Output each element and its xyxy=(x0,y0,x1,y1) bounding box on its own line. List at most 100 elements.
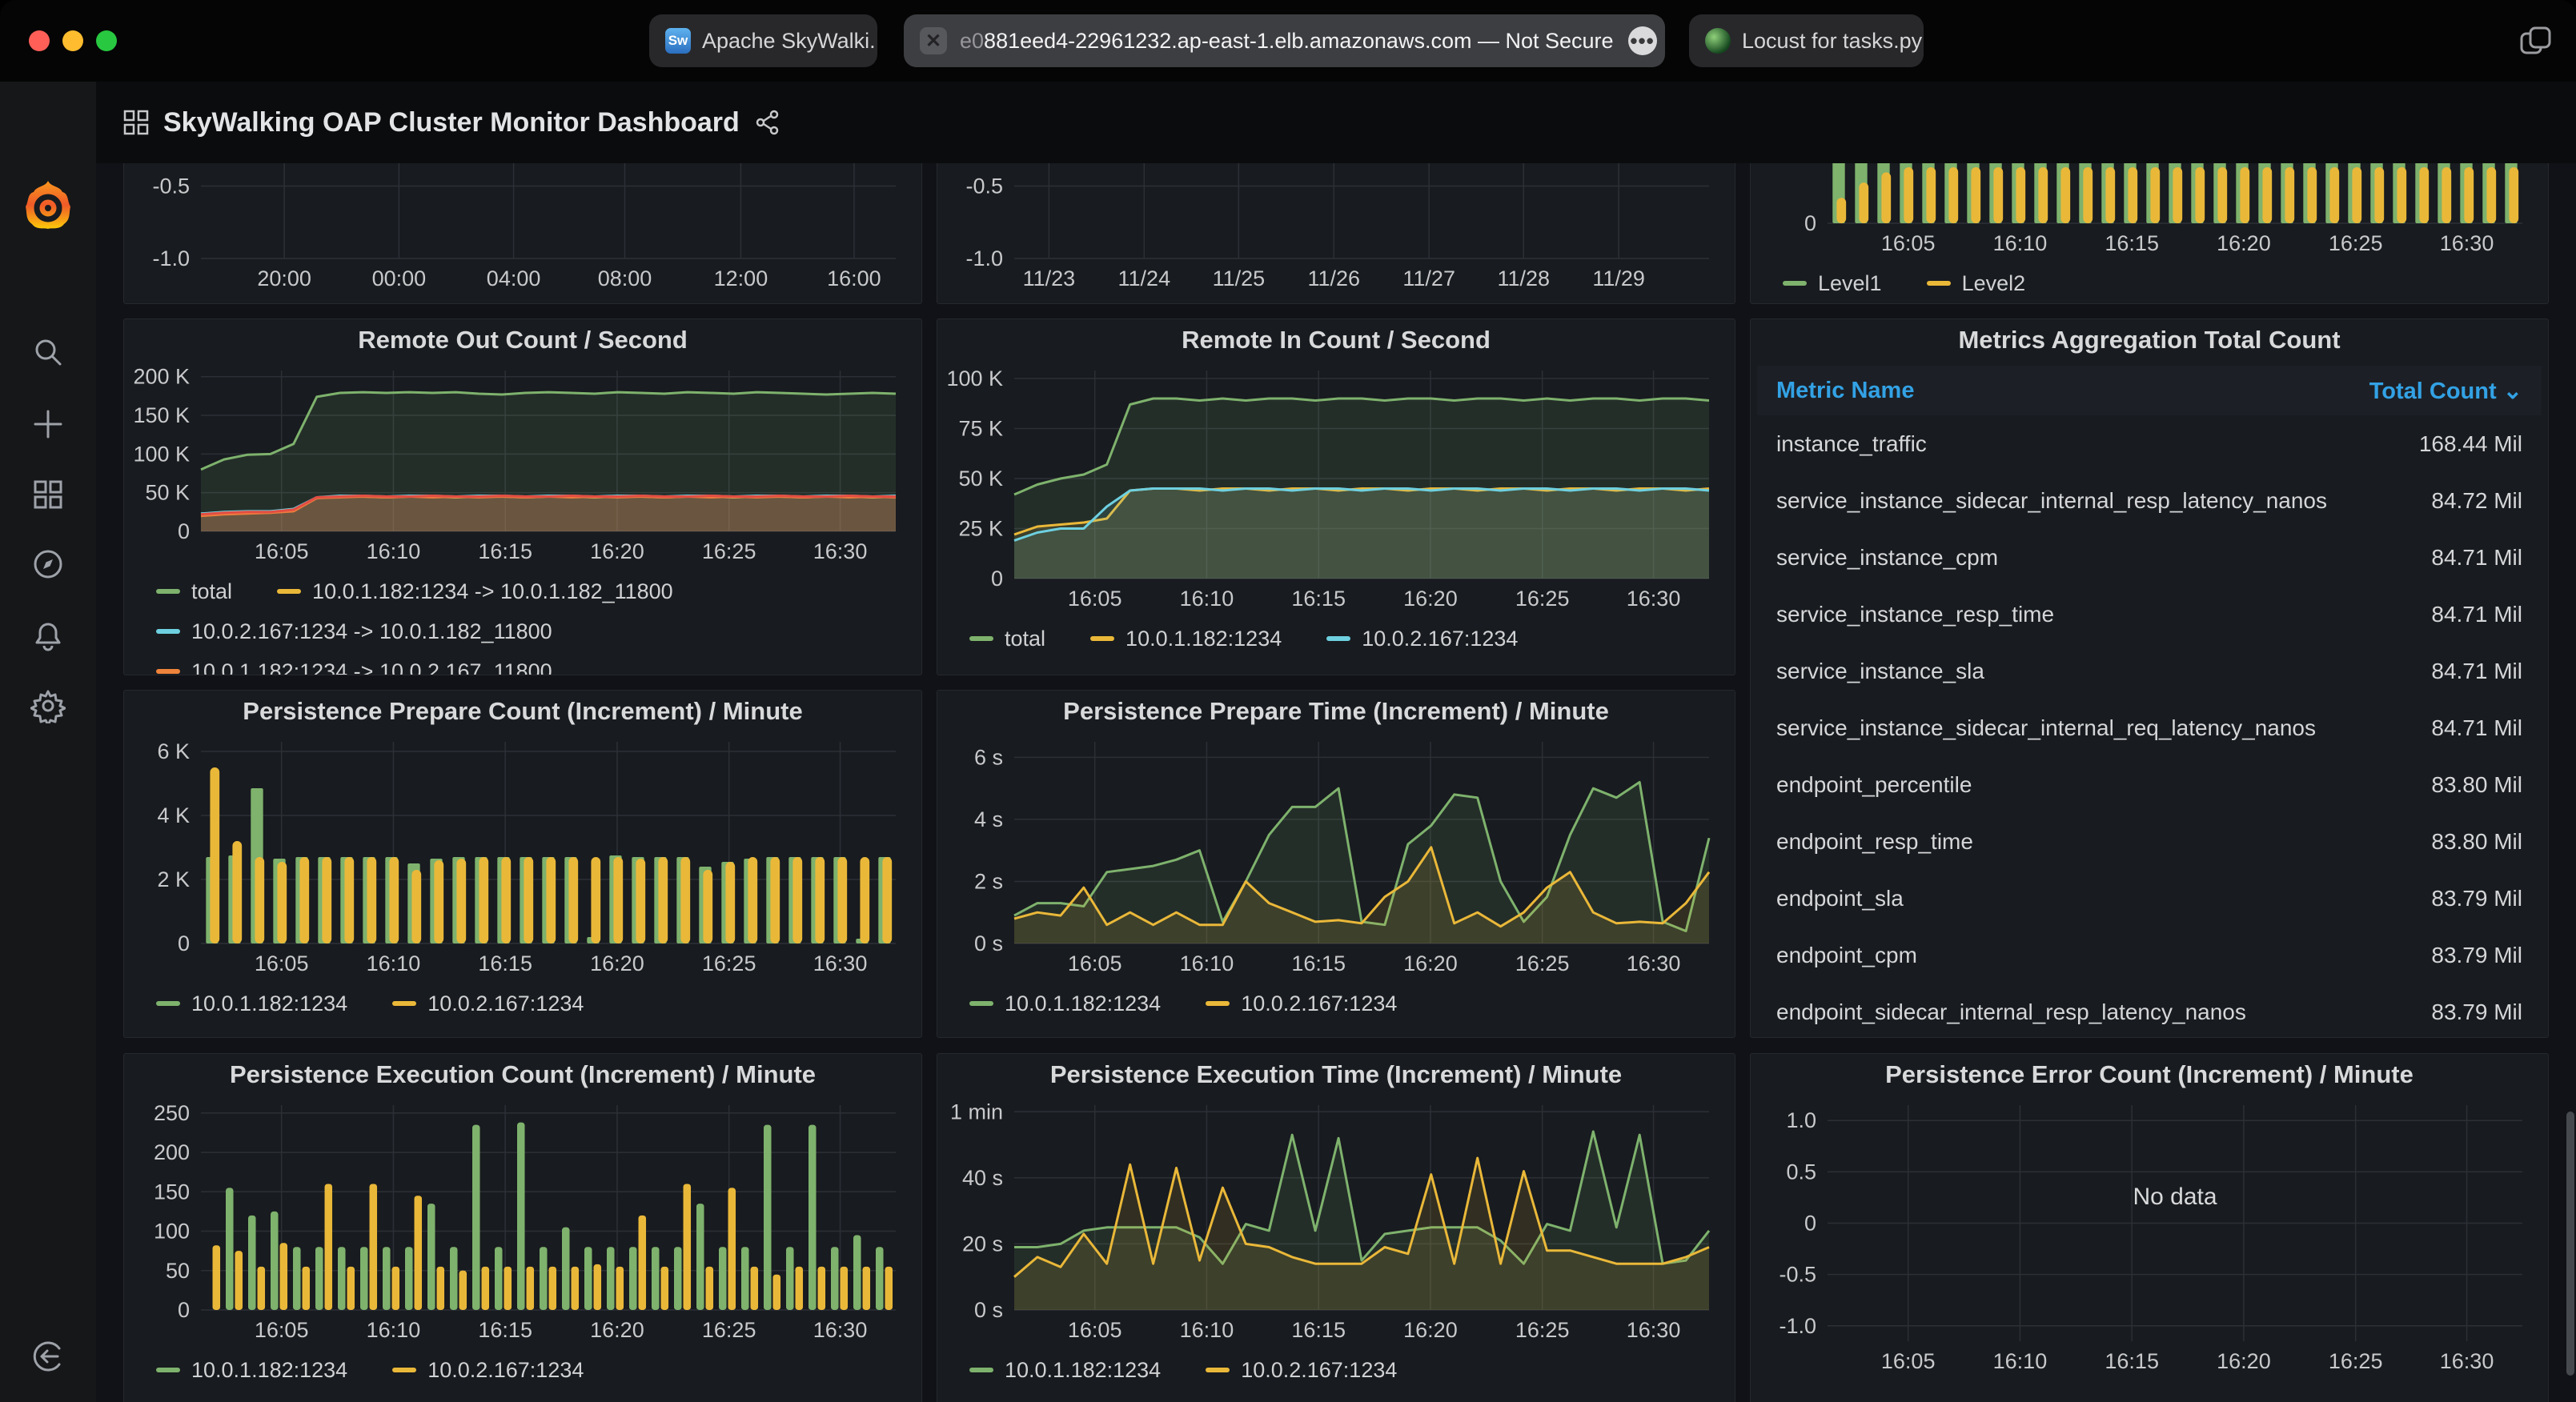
svg-text:0: 0 xyxy=(1804,211,1816,235)
tab-elb-dashboard[interactable]: ✕ e0881eed4-22961232.ap-east-1.elb.amazo… xyxy=(904,14,1665,67)
svg-text:16:10: 16:10 xyxy=(367,1318,421,1342)
legend-item[interactable]: 10.0.2.167:1234 xyxy=(1326,623,1518,655)
column-header-total-count-sort[interactable]: Total Count ⌄ xyxy=(2369,377,2522,405)
panel-title[interactable]: Persistence Error Count (Increment) / Mi… xyxy=(1751,1054,2548,1096)
chart-remote-out[interactable]: 16:0516:1016:1516:2016:2516:30050 K100 K… xyxy=(129,361,913,572)
legend-item[interactable]: 10.0.1.182:1234 -> 10.0.1.182_11800 xyxy=(277,575,673,607)
svg-text:150 K: 150 K xyxy=(133,403,190,427)
panel-remote-in: Remote In Count / Second16:0516:1016:151… xyxy=(937,318,1735,675)
svg-text:16:30: 16:30 xyxy=(2440,231,2494,255)
panel-title[interactable]: Remote Out Count / Second xyxy=(124,319,921,361)
legend-label: 10.0.2.167:1234 xyxy=(427,991,584,1016)
svg-text:20 s: 20 s xyxy=(962,1232,1003,1256)
page-title[interactable]: SkyWalking OAP Cluster Monitor Dashboard xyxy=(163,107,740,138)
panel-top-mid-partial: 11/2311/2411/2511/2611/2711/2811/29-0.5-… xyxy=(937,163,1735,304)
svg-text:0: 0 xyxy=(178,931,190,955)
legend-item[interactable]: 10.0.2.167:1234 xyxy=(1206,987,1397,1019)
legend-item[interactable]: 10.0.1.182:1234 xyxy=(969,987,1161,1019)
explore-compass-icon[interactable] xyxy=(30,547,66,582)
legend-item[interactable]: 10.0.1.182:1234 xyxy=(969,1354,1161,1386)
close-tab-icon[interactable]: ✕ xyxy=(920,27,947,54)
grafana-logo[interactable] xyxy=(24,179,72,230)
svg-text:08:00: 08:00 xyxy=(598,266,652,290)
tab-overview-icon[interactable] xyxy=(2518,24,2554,59)
chart-top-mid-partial[interactable]: 11/2311/2411/2511/2611/2711/2811/29-0.5-… xyxy=(942,163,1727,299)
legend-item[interactable]: 10.0.2.167:1234 xyxy=(392,987,584,1019)
minimize-window-button[interactable] xyxy=(62,30,83,51)
chart-top-right-partial[interactable]: 16:0516:1016:1516:2016:2516:300 xyxy=(1755,163,2540,264)
legend-color-dash xyxy=(1927,281,1951,286)
svg-text:16:15: 16:15 xyxy=(1291,951,1346,975)
chart-persistence-error-count[interactable]: 16:0516:1016:1516:2016:2516:301.00.50-0.… xyxy=(1755,1096,2540,1382)
panel-title[interactable]: Persistence Prepare Time (Increment) / M… xyxy=(937,691,1735,732)
legend-item[interactable]: 10.0.1.182:1234 -> 10.0.2.167_11800 xyxy=(156,655,552,675)
legend-item[interactable]: 10.0.2.167:1234 -> 10.0.1.182_11800 xyxy=(156,615,552,647)
maximize-window-button[interactable] xyxy=(96,30,117,51)
legend-item[interactable]: 10.0.1.182:1234 xyxy=(156,1354,347,1386)
svg-text:16:20: 16:20 xyxy=(1403,951,1458,975)
legend-item[interactable]: total xyxy=(969,623,1045,655)
plus-icon[interactable] xyxy=(30,407,66,442)
sign-in-icon[interactable] xyxy=(30,1339,66,1374)
panel-title[interactable]: Persistence Prepare Count (Increment) / … xyxy=(124,691,921,732)
legend-item[interactable]: Level1 xyxy=(1783,267,1882,299)
share-icon[interactable] xyxy=(754,109,781,136)
tab-url-prefix: e0 xyxy=(960,29,984,54)
chart-persistence-execution-time[interactable]: 16:0516:1016:1516:2016:2516:300 s20 s40 … xyxy=(942,1096,1727,1351)
svg-text:04:00: 04:00 xyxy=(487,266,541,290)
legend-label: total xyxy=(191,579,232,604)
browser-window: Sw Apache SkyWalki... ✕ e0881eed4-229612… xyxy=(0,0,2576,1402)
svg-text:100 K: 100 K xyxy=(946,367,1003,391)
legend-item[interactable]: 10.0.1.182:1234 xyxy=(1090,623,1282,655)
chart-persistence-execution-count[interactable]: 16:0516:1016:1516:2016:2516:300501001502… xyxy=(129,1096,913,1351)
legend-color-dash xyxy=(156,669,180,674)
svg-text:16:25: 16:25 xyxy=(1515,951,1570,975)
panel-metrics-aggregation-table: Metrics Aggregation Total Count Metric Na… xyxy=(1750,318,2549,1038)
svg-text:16:20: 16:20 xyxy=(1403,1318,1458,1342)
svg-text:40 s: 40 s xyxy=(962,1166,1003,1190)
legend-item[interactable]: 10.0.2.167:1234 xyxy=(1206,1354,1397,1386)
svg-text:75 K: 75 K xyxy=(958,417,1003,441)
svg-text:-0.5: -0.5 xyxy=(965,174,1003,198)
table-header: Metric Name Total Count ⌄ xyxy=(1757,366,2542,415)
chart-persistence-prepare-count[interactable]: 16:0516:1016:1516:2016:2516:3002 K4 K6 K xyxy=(129,732,913,984)
panel-remote-out: Remote Out Count / Second16:0516:1016:15… xyxy=(123,318,922,675)
alerting-bell-icon[interactable] xyxy=(30,619,66,654)
tab-apache-skywalking[interactable]: Sw Apache SkyWalki... xyxy=(649,14,877,67)
total-count-cell: 84.71 Mil xyxy=(2431,545,2522,571)
total-count-cell: 83.80 Mil xyxy=(2431,772,2522,798)
svg-text:16:15: 16:15 xyxy=(2105,231,2159,255)
svg-text:16:10: 16:10 xyxy=(1180,951,1234,975)
chart-top-left-partial[interactable]: 20:0000:0004:0008:0012:0016:00-0.5-1.0 xyxy=(129,163,913,299)
chart-legend: total 10.0.1.182:1234 10.0.2.167:1234 xyxy=(937,623,1735,655)
panel-title[interactable]: Persistence Execution Time (Increment) /… xyxy=(937,1054,1735,1096)
metric-name-cell: service_instance_sla xyxy=(1776,659,1984,684)
svg-text:1.0: 1.0 xyxy=(1786,1108,1816,1132)
panel-title[interactable]: Remote In Count / Second xyxy=(937,319,1735,361)
scrollbar-thumb[interactable] xyxy=(2566,1112,2574,1376)
total-count-cell: 83.79 Mil xyxy=(2431,943,2522,968)
settings-gear-icon[interactable] xyxy=(30,688,66,723)
dashboards-icon[interactable] xyxy=(30,477,66,512)
legend-label: 10.0.2.167:1234 xyxy=(1362,627,1518,651)
panel-title[interactable]: Persistence Execution Count (Increment) … xyxy=(124,1054,921,1096)
column-header-metric-name[interactable]: Metric Name xyxy=(1776,378,1914,404)
tab-locust[interactable]: Locust for tasks.py xyxy=(1689,14,1924,67)
legend-color-dash xyxy=(156,589,180,594)
close-window-button[interactable] xyxy=(29,30,50,51)
chart-persistence-prepare-time[interactable]: 16:0516:1016:1516:2016:2516:300 s2 s4 s6… xyxy=(942,732,1727,984)
legend-item[interactable]: Level2 xyxy=(1927,267,2026,299)
legend-item[interactable]: 10.0.1.182:1234 xyxy=(156,987,347,1019)
legend-item[interactable]: total xyxy=(156,575,232,607)
legend-color-dash xyxy=(277,589,301,594)
tab-menu-ellipsis-icon[interactable]: ••• xyxy=(1628,26,1657,55)
chart-legend: Level1 Level2 xyxy=(1751,267,2548,299)
legend-color-dash xyxy=(156,629,180,634)
legend-item[interactable]: 10.0.2.167:1234 xyxy=(392,1354,584,1386)
total-count-cell: 84.71 Mil xyxy=(2431,602,2522,627)
panel-title[interactable]: Metrics Aggregation Total Count xyxy=(1751,319,2548,361)
svg-text:16:20: 16:20 xyxy=(590,951,644,975)
metric-name-cell: service_instance_resp_time xyxy=(1776,602,2054,627)
search-icon[interactable] xyxy=(30,334,66,370)
chart-remote-in[interactable]: 16:0516:1016:1516:2016:2516:30025 K50 K7… xyxy=(942,361,1727,619)
